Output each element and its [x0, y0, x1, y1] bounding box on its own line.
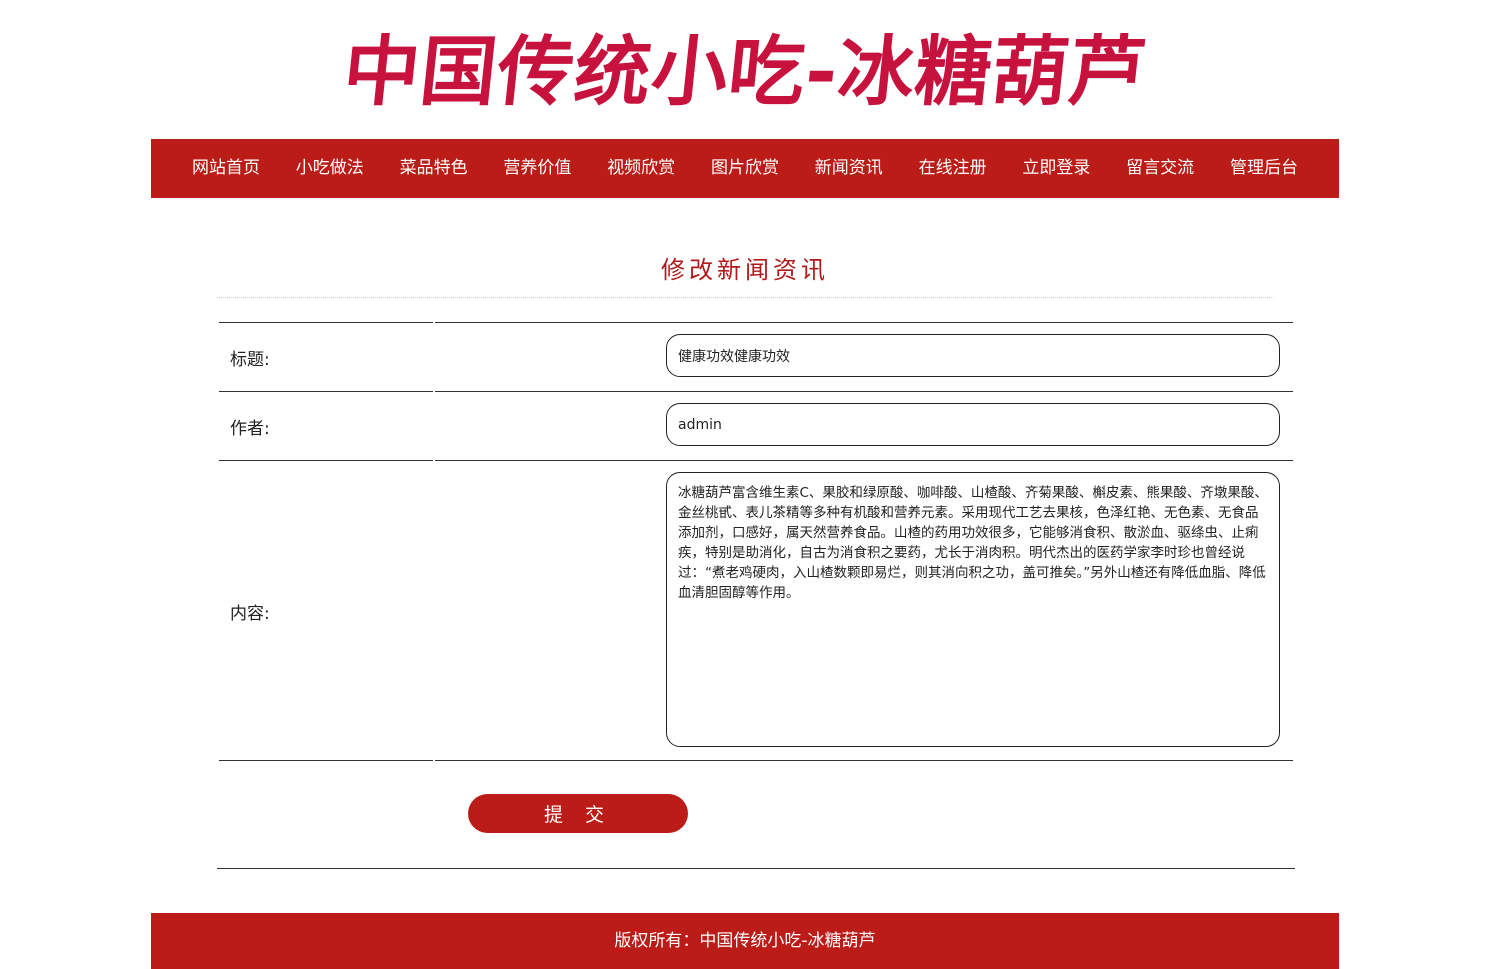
content-textarea[interactable]: 冰糖葫芦富含维生素C、果胶和绿原酸、咖啡酸、山楂酸、齐菊果酸、槲皮素、熊果酸、齐…	[666, 472, 1280, 747]
nav-item-nutrition[interactable]: 营养价值	[503, 139, 571, 198]
main-nav: 网站首页 小吃做法 菜品特色 营养价值 视频欣赏 图片欣赏 新闻资讯 在线注册 …	[151, 139, 1339, 198]
table-border	[219, 391, 433, 392]
nav-item-messages[interactable]: 留言交流	[1126, 139, 1194, 198]
submit-button[interactable]: 提 交	[468, 794, 688, 833]
nav-item-admin[interactable]: 管理后台	[1230, 139, 1298, 198]
author-label: 作者:	[230, 419, 270, 439]
title-label: 标题:	[230, 350, 270, 370]
table-border	[435, 391, 1293, 392]
nav-item-features[interactable]: 菜品特色	[400, 139, 468, 198]
nav-item-home[interactable]: 网站首页	[192, 139, 260, 198]
author-input[interactable]	[666, 403, 1280, 446]
copyright-text: 版权所有：中国传统小吃-冰糖葫芦	[614, 931, 876, 951]
table-border	[435, 760, 1293, 761]
table-border	[219, 322, 433, 323]
table-border	[219, 760, 433, 761]
table-border	[435, 460, 1293, 461]
nav-item-pictures[interactable]: 图片欣赏	[711, 139, 779, 198]
title-divider	[217, 297, 1274, 298]
content-label: 内容:	[230, 604, 270, 624]
site-title: 中国传统小吃-冰糖葫芦	[339, 27, 1151, 116]
table-border	[219, 460, 433, 461]
nav-item-register[interactable]: 在线注册	[919, 139, 987, 198]
nav-item-recipe[interactable]: 小吃做法	[296, 139, 364, 198]
nav-item-login[interactable]: 立即登录	[1022, 139, 1090, 198]
nav-item-videos[interactable]: 视频欣赏	[607, 139, 675, 198]
footer: 版权所有：中国传统小吃-冰糖葫芦	[151, 913, 1339, 969]
form-title: 修改新闻资讯	[661, 256, 829, 284]
table-border	[217, 868, 1295, 869]
title-input[interactable]	[666, 334, 1280, 377]
table-border	[435, 322, 1293, 323]
nav-list: 网站首页 小吃做法 菜品特色 营养价值 视频欣赏 图片欣赏 新闻资讯 在线注册 …	[151, 139, 1339, 198]
nav-item-news[interactable]: 新闻资讯	[815, 139, 883, 198]
page: 中国传统小吃-冰糖葫芦 网站首页 小吃做法 菜品特色 营养价值 视频欣赏 图片欣…	[0, 0, 1490, 969]
